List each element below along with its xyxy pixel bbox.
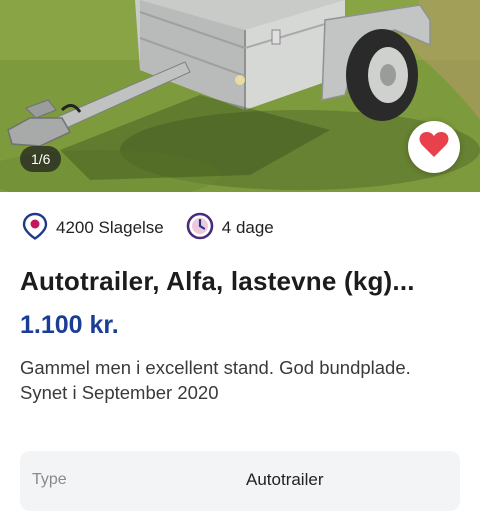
description-line: Gammel men i excellent stand. God bundpl… <box>20 357 411 378</box>
spec-label-type: Type <box>32 471 67 488</box>
clock-icon <box>186 212 214 245</box>
location-pin-icon <box>22 212 48 245</box>
age-text: 4 dage <box>221 218 274 237</box>
favorite-button[interactable] <box>408 121 460 173</box>
listing-price: 1.100 kr. <box>20 311 119 339</box>
spec-value-type: Autotrailer <box>246 470 324 489</box>
specs-card: Type Autotrailer <box>20 451 460 511</box>
description-line: Synet i September 2020 <box>20 382 219 403</box>
listing-description: Gammel men i excellent stand. God bundpl… <box>20 355 460 405</box>
listing-title: Autotrailer, Alfa, lastevne (kg)... <box>20 266 415 296</box>
location-text: 4200 Slagelse <box>56 218 164 237</box>
image-counter: 1/6 <box>20 146 62 172</box>
heart-icon <box>419 131 449 163</box>
trailer-photo-image <box>0 0 480 192</box>
listing-photo[interactable] <box>0 0 480 192</box>
location-meta: 4200 Slagelse <box>22 212 164 245</box>
listing-meta: 4200 Slagelse 4 dage <box>22 212 296 245</box>
age-meta: 4 dage <box>186 212 274 245</box>
